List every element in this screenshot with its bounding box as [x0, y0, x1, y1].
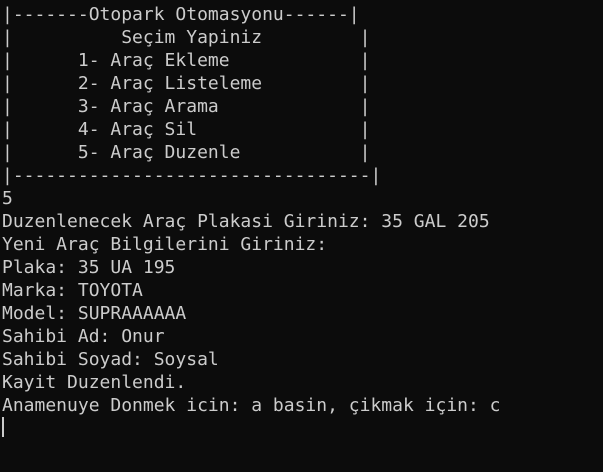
plate-line: Plaka: 35 UA 195	[2, 257, 176, 278]
menu-option-list: | 2- Araç Listeleme |	[2, 73, 371, 94]
text-cursor	[2, 417, 4, 437]
menu-prompt: | Seçim Yapiniz |	[2, 27, 371, 48]
return-or-exit-prompt: Anamenuye Donmek icin: a basin, çikmak i…	[2, 395, 501, 416]
record-updated-message: Kayit Duzenlendi.	[2, 372, 187, 393]
user-choice: 5	[2, 188, 13, 209]
brand-line: Marka: TOYOTA	[2, 280, 143, 301]
input-line[interactable]	[2, 417, 603, 440]
menu-option-delete: | 4- Araç Sil |	[2, 119, 371, 140]
menu-top-border: |-------Otopark Otomasyonu------|	[2, 4, 360, 25]
new-info-prompt: Yeni Araç Bilgilerini Giriniz:	[2, 234, 328, 255]
owner-name-line: Sahibi Ad: Onur	[2, 326, 165, 347]
menu-option-add: | 1- Araç Ekleme |	[2, 50, 371, 71]
model-line: Model: SUPRAAAAAA	[2, 303, 187, 324]
owner-surname-line: Sahibi Soyad: Soysal	[2, 349, 219, 370]
menu-option-search: | 3- Araç Arama |	[2, 96, 371, 117]
menu-bottom-border: |---------------------------------|	[2, 165, 382, 186]
menu-option-edit: | 5- Araç Duzenle |	[2, 142, 371, 163]
plate-prompt: Duzenlenecek Araç Plakasi Giriniz: 35 GA…	[2, 211, 490, 232]
terminal-window[interactable]: |-------Otopark Otomasyonu------| | Seçi…	[0, 0, 603, 472]
